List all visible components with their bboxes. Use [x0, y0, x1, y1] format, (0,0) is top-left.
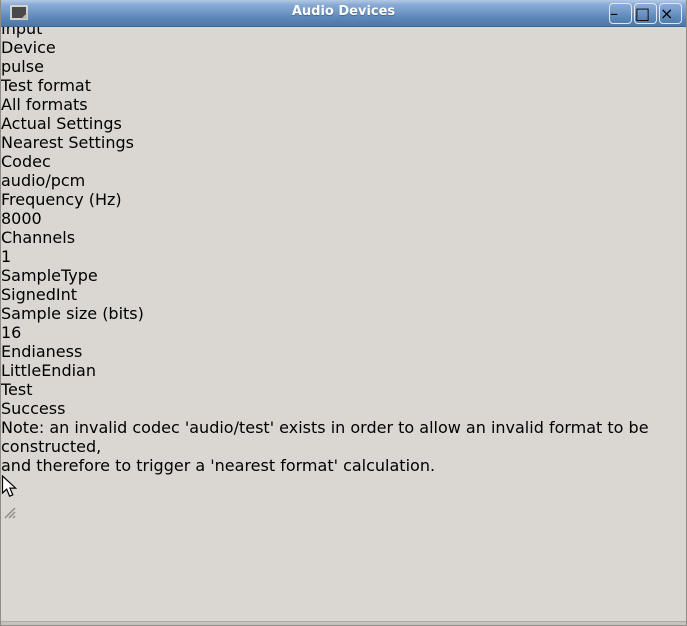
note-text: Note: an invalid codec 'audio/test' exis… [1, 418, 686, 475]
test-status: Success [1, 399, 686, 418]
codec-select[interactable]: audio/pcm [1, 171, 243, 190]
test-format-pane: Actual Settings Nearest Settings Codec a… [1, 114, 686, 475]
resize-grip[interactable] [1, 504, 686, 523]
tab-all-formats[interactable]: All formats [1, 95, 99, 114]
close-icon: × [660, 4, 673, 23]
sampletype-value: SignedInt [1, 285, 77, 304]
minimize-button[interactable]: – [609, 3, 632, 24]
channels-select[interactable]: 1 [1, 247, 243, 266]
note-line-2: and therefore to trigger a 'nearest form… [1, 456, 686, 475]
close-button[interactable]: × [659, 3, 682, 24]
codec-label: Codec [1, 152, 686, 171]
nearest-settings-header: Nearest Settings [1, 133, 686, 152]
test-button[interactable]: Test [1, 380, 686, 399]
audio-devices-window: Audio Devices – □ × Mode Input Device pu… [0, 0, 687, 626]
minimize-icon: – [610, 4, 618, 23]
maximize-icon: □ [635, 4, 650, 23]
title-bar[interactable]: Audio Devices – □ × [1, 0, 686, 27]
samplesize-label: Sample size (bits) [1, 304, 686, 323]
frequency-value: 8000 [1, 209, 42, 228]
maximize-button[interactable]: □ [634, 3, 657, 24]
device-value: pulse [1, 57, 44, 76]
sampletype-select[interactable]: SignedInt [1, 285, 243, 304]
mouse-cursor-icon [1, 475, 686, 504]
frequency-label: Frequency (Hz) [1, 190, 686, 209]
test-button-label: Test [1, 380, 33, 399]
sampletype-label: SampleType [1, 266, 686, 285]
actual-settings-header: Actual Settings [1, 114, 686, 133]
endianess-value: LittleEndian [1, 361, 96, 380]
device-select[interactable]: pulse [1, 57, 316, 76]
channels-value: 1 [1, 247, 11, 266]
window-title: Audio Devices [1, 4, 686, 19]
endianess-select[interactable]: LittleEndian [1, 361, 243, 380]
endianess-label: Endianess [1, 342, 686, 361]
channels-label: Channels [1, 228, 686, 247]
note-line-1: Note: an invalid codec 'audio/test' exis… [1, 418, 686, 456]
samplesize-select[interactable]: 16 [1, 323, 243, 342]
device-label: Device [1, 38, 686, 57]
tab-test-format[interactable]: Test format [1, 76, 105, 95]
main-frame: Mode Input Device pulse Test format All … [1, 0, 686, 475]
samplesize-value: 16 [1, 323, 21, 342]
frequency-select[interactable]: 8000 [1, 209, 243, 228]
window-controls: – □ × [609, 3, 682, 24]
codec-value: audio/pcm [1, 171, 85, 190]
